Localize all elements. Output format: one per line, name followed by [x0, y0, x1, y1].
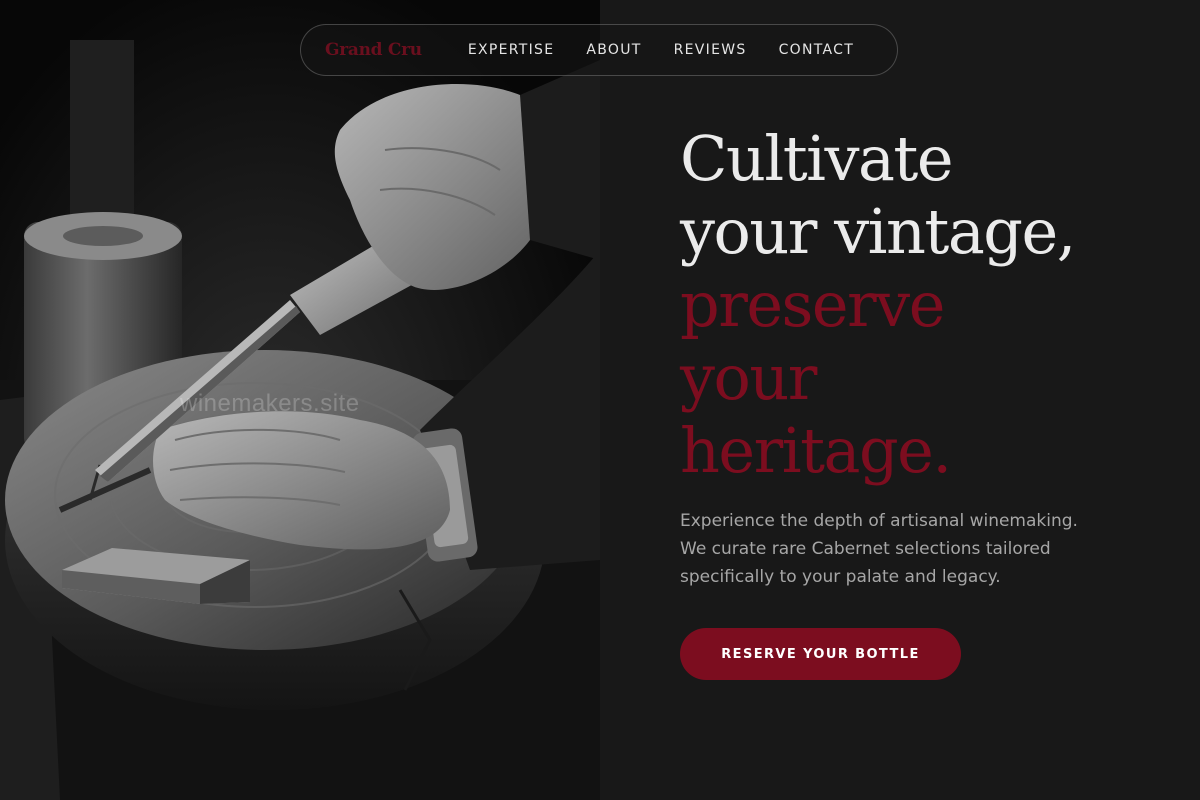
headline-line: Cultivate	[680, 122, 954, 195]
hero-headline: Cultivate your vintage, preserve your he…	[680, 122, 1170, 487]
nav-link-reviews[interactable]: REVIEWS	[674, 42, 747, 58]
image-watermark: winemakers.site	[180, 390, 360, 417]
main-navigation: Grand Cru EXPERTISE ABOUT REVIEWS CONTAC…	[300, 24, 898, 76]
nav-link-about[interactable]: ABOUT	[586, 42, 641, 58]
headline-line: your vintage,	[680, 195, 1076, 268]
hero-photo: winemakers.site	[0, 0, 600, 800]
hero-description: Experience the depth of artisanal winema…	[680, 507, 1170, 591]
description-line: specifically to your palate and legacy.	[680, 567, 1001, 587]
nav-link-expertise[interactable]: EXPERTISE	[468, 42, 555, 58]
hero-section: Cultivate your vintage, preserve your he…	[680, 122, 1170, 608]
landing-page: winemakers.site Grand Cru EXPERTISE ABOU…	[0, 0, 1200, 800]
headline-line-accent: heritage.	[680, 414, 952, 487]
headline-line-accent: your	[680, 341, 817, 414]
nav-link-contact[interactable]: CONTACT	[779, 42, 855, 58]
description-line: Experience the depth of artisanal winema…	[680, 511, 1078, 531]
brand-logo[interactable]: Grand Cru	[325, 40, 422, 60]
reserve-bottle-button[interactable]: RESERVE YOUR BOTTLE	[680, 628, 961, 680]
description-line: We curate rare Cabernet selections tailo…	[680, 539, 1051, 559]
nav-links: EXPERTISE ABOUT REVIEWS CONTACT	[468, 42, 854, 58]
headline-line-accent: preserve	[680, 268, 945, 341]
